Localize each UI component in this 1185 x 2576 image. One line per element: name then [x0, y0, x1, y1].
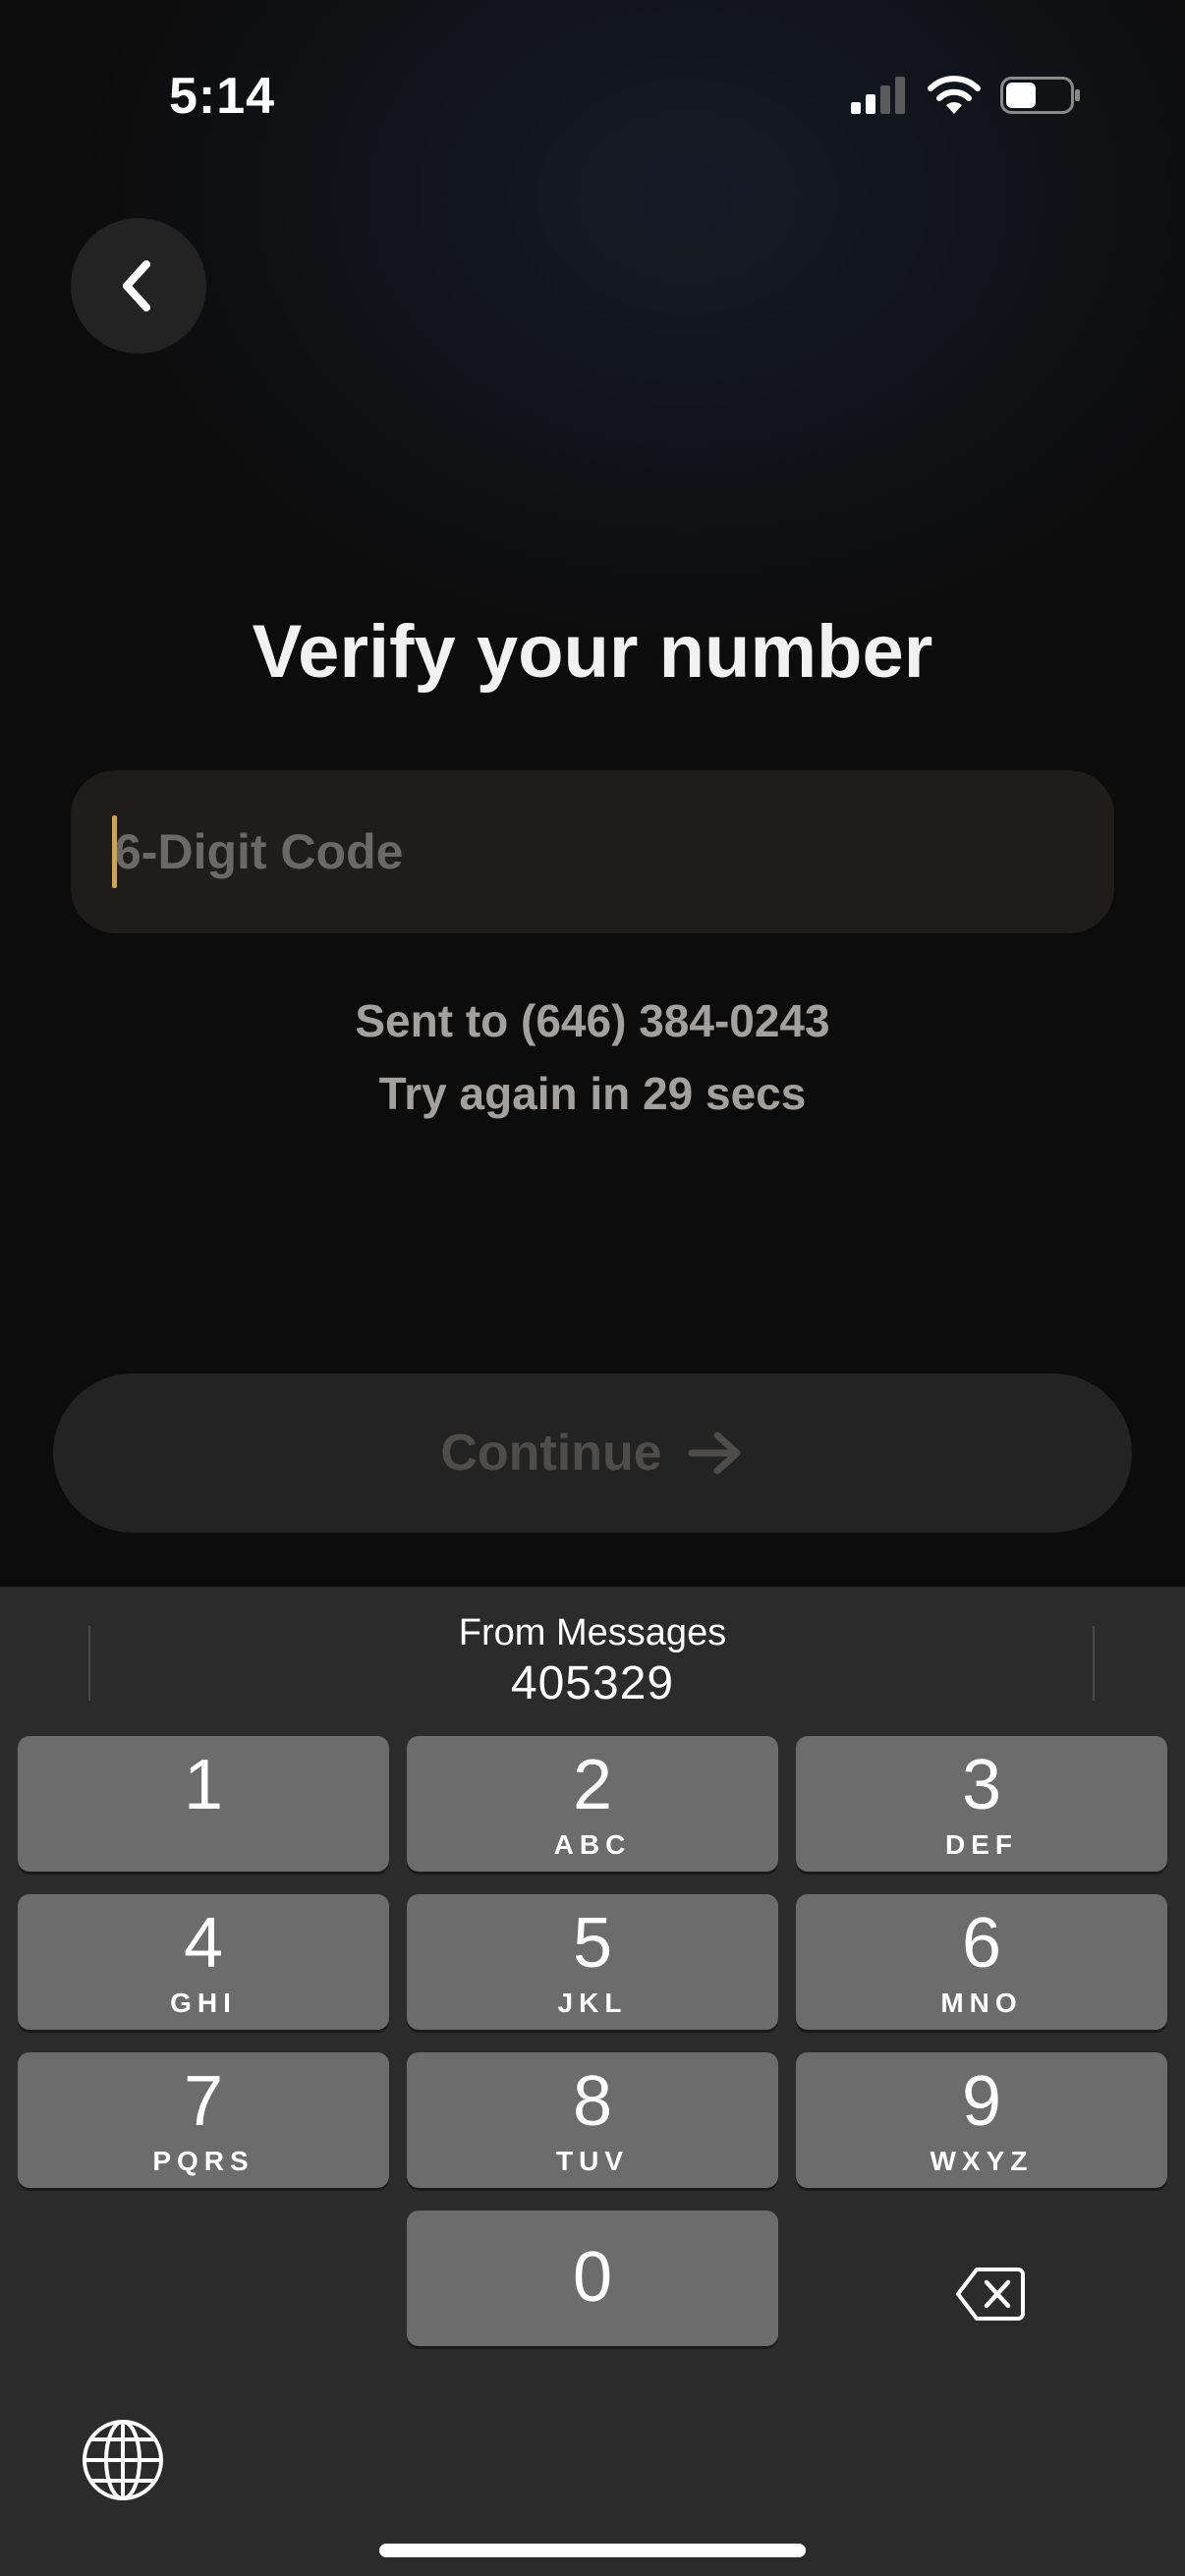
continue-label: Continue [440, 1425, 662, 1482]
delete-key[interactable] [823, 2226, 1157, 2362]
chevron-left-icon [123, 260, 150, 311]
key-letters: GHI [170, 1988, 237, 2018]
key-7[interactable]: 7 PQRS [18, 2052, 389, 2188]
status-time: 5:14 [169, 68, 276, 125]
key-letters: ABC [553, 1829, 632, 1860]
key-digit: 6 [961, 1904, 1002, 1983]
key-letters: WXYZ [930, 2146, 1034, 2176]
suggestion-code: 405329 [510, 1657, 675, 1709]
globe-button[interactable] [81, 2418, 165, 2506]
verify-number-screen: 5:14 Verify your number Sent to (646) 38… [0, 0, 1185, 2576]
key-letters: MNO [940, 1988, 1023, 2018]
key-digit: 8 [572, 2062, 613, 2141]
home-indicator[interactable] [379, 2544, 806, 2557]
key-0[interactable]: 0 [407, 2211, 778, 2346]
key-6[interactable]: 6 MNO [796, 1894, 1167, 2030]
otp-suggestion[interactable]: From Messages 405329 [295, 1610, 890, 1728]
key-letters: PQRS [152, 2146, 254, 2176]
arrow-right-icon [688, 1431, 741, 1475]
suggestion-source-label: From Messages [458, 1612, 727, 1653]
key-3[interactable]: 3 DEF [796, 1736, 1167, 1872]
key-2[interactable]: 2 ABC [407, 1736, 778, 1872]
delete-backspace-icon [956, 2268, 1025, 2321]
key-letters: JKL [557, 1988, 628, 2018]
sent-to-text: Sent to (646) 384-0243 [355, 995, 830, 1046]
key-digit: 7 [183, 2062, 224, 2141]
key-letters: DEF [945, 1829, 1018, 1860]
key-letters: TUV [556, 2146, 629, 2176]
key-digit: 4 [183, 1904, 224, 1983]
code-input[interactable] [114, 810, 998, 894]
wifi-icon [928, 76, 981, 114]
page-title: Verify your number [252, 610, 933, 694]
key-9[interactable]: 9 WXYZ [796, 2052, 1167, 2188]
suggestion-divider [1093, 1626, 1095, 1701]
key-digit: 9 [961, 2062, 1002, 2141]
key-8[interactable]: 8 TUV [407, 2052, 778, 2188]
numeric-keyboard: From Messages 405329 1 2 ABC 3 DEF 4 GHI… [0, 1587, 1185, 2576]
key-digit: 1 [183, 1746, 224, 1824]
text-caret [112, 815, 117, 888]
back-button[interactable] [71, 218, 206, 354]
key-5[interactable]: 5 JKL [407, 1894, 778, 2030]
key-4[interactable]: 4 GHI [18, 1894, 389, 2030]
key-digit: 2 [572, 1746, 613, 1824]
key-1[interactable]: 1 [18, 1736, 389, 1872]
globe-icon [83, 2420, 163, 2500]
key-digit: 3 [961, 1746, 1002, 1824]
continue-button[interactable]: Continue [53, 1373, 1132, 1533]
key-digit: 5 [572, 1904, 613, 1983]
key-digit: 0 [572, 2238, 613, 2317]
suggestion-divider [88, 1626, 90, 1701]
retry-countdown-text: Try again in 29 secs [378, 1068, 807, 1119]
signal-icon [851, 77, 905, 114]
battery-icon [1000, 77, 1080, 114]
